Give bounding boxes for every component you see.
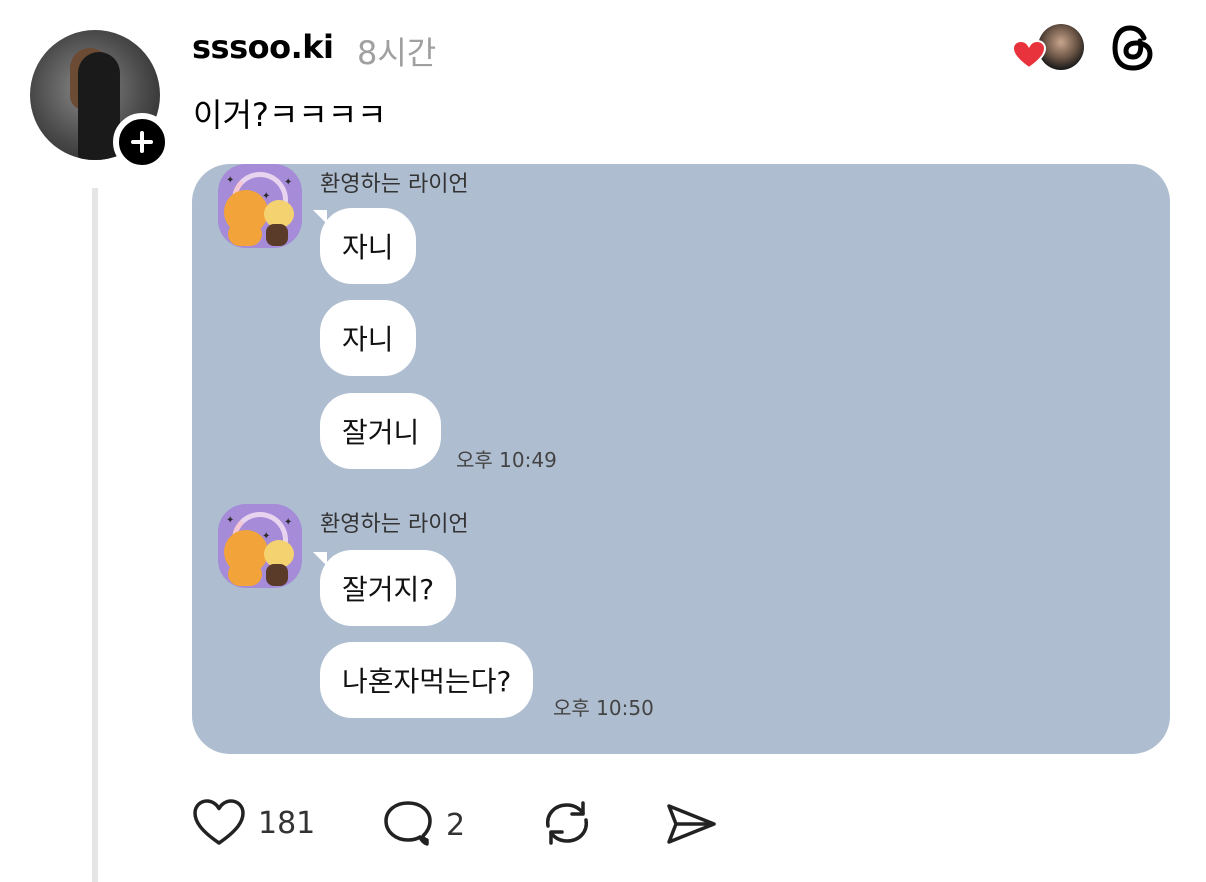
sender-name: 환영하는 라이언	[320, 172, 469, 197]
sender-avatar: ✦ ✦ ✦	[218, 504, 302, 588]
like-button[interactable]: 181	[192, 798, 315, 848]
sender-name: 환영하는 라이언	[320, 512, 469, 537]
follow-button[interactable]	[113, 113, 171, 171]
message-bubble: 나혼자먹는다?	[320, 642, 534, 718]
post-time: 8시간	[357, 34, 437, 72]
message-bubble: 자니	[320, 300, 416, 376]
chat-screenshot[interactable]: ✦ ✦ ✦ 환영하는 라이언 자니 자니 잘거니 오후 10:49 ✦ ✦ ✦ …	[192, 164, 1170, 754]
username[interactable]: sssoo.ki	[192, 28, 334, 66]
share-button[interactable]	[664, 800, 718, 848]
repost-icon	[546, 801, 588, 845]
heart-icon	[1012, 40, 1046, 70]
liked-by-avatar[interactable]	[1012, 22, 1084, 74]
post-actions: 181 2	[0, 798, 1206, 858]
sender-avatar: ✦ ✦ ✦	[218, 164, 302, 248]
message-bubble: 잘거니	[320, 393, 442, 469]
reply-count: 2	[446, 807, 466, 843]
message-bubble: 자니	[320, 208, 416, 284]
thread-line	[92, 188, 98, 882]
heart-icon	[193, 799, 245, 845]
threads-logo[interactable]	[1110, 24, 1158, 72]
post-text: 이거?ㅋㅋㅋㅋ	[193, 96, 387, 134]
like-count: 181	[258, 805, 316, 841]
plus-icon	[131, 131, 153, 153]
reply-button[interactable]: 2	[382, 800, 465, 850]
send-icon	[667, 804, 716, 844]
message-timestamp: 오후 10:50	[553, 696, 654, 720]
repost-button[interactable]	[540, 798, 594, 848]
message-bubble: 잘거지?	[320, 550, 457, 626]
comment-icon	[384, 801, 432, 846]
message-timestamp: 오후 10:49	[456, 448, 557, 472]
